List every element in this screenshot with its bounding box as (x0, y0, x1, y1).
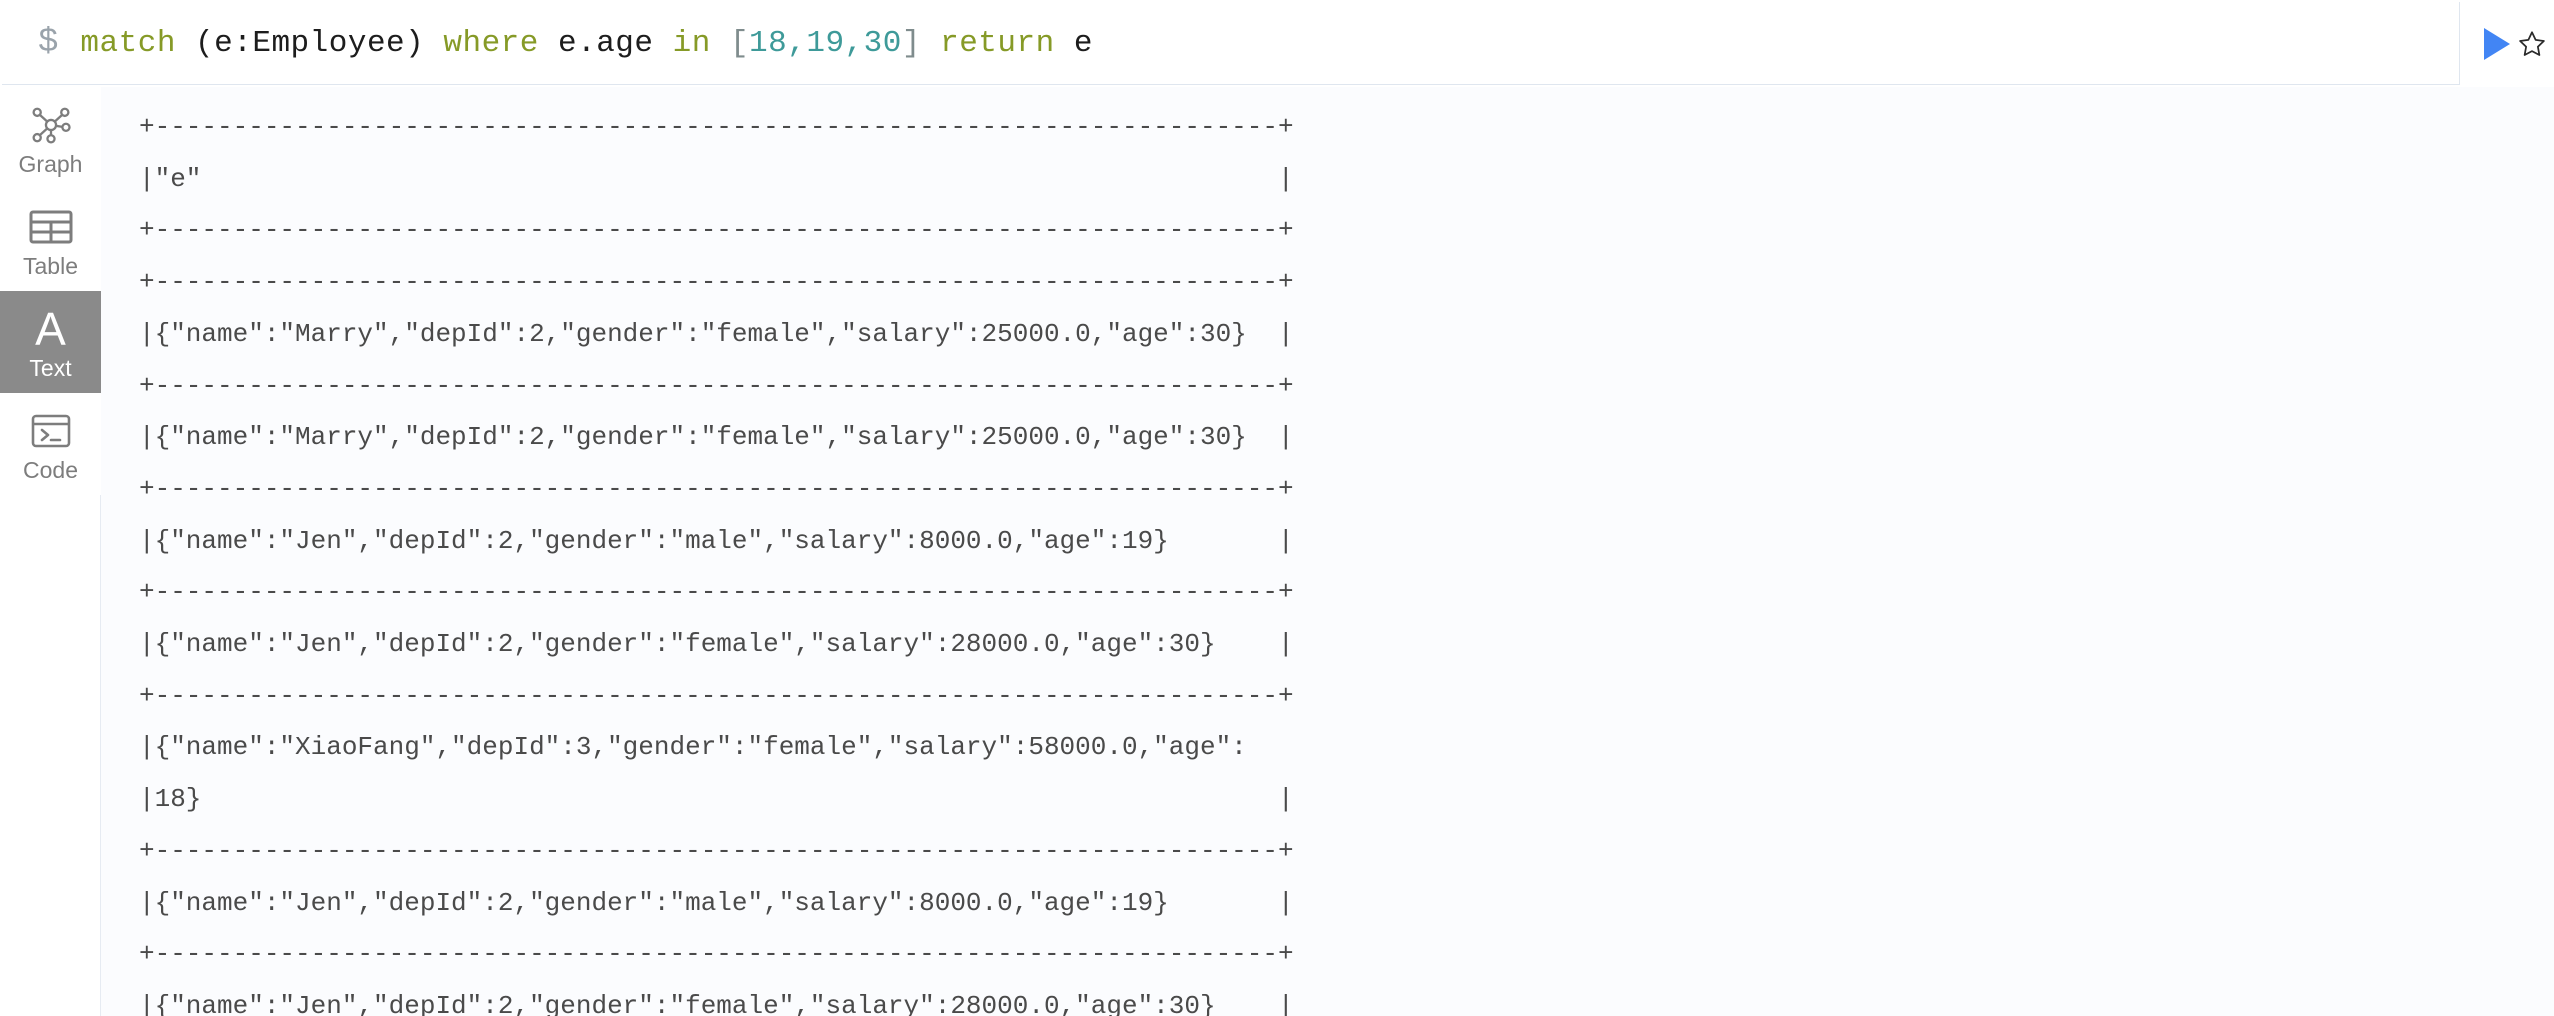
query-token-0: match (80, 25, 196, 61)
sidebar-item-label-graph: Graph (18, 150, 83, 177)
query-token-2: where (443, 25, 558, 61)
result-pane[interactable]: +---------------------------------------… (101, 87, 2554, 1016)
sidebar-item-table[interactable]: Table (0, 189, 101, 291)
query-token-1: (e:Employee) (195, 25, 444, 61)
query-token-9: e (1073, 25, 1093, 61)
sidebar-item-code[interactable]: Code (0, 393, 101, 495)
code-icon (30, 407, 72, 455)
sidebar-item-label-code: Code (23, 456, 78, 483)
sidebar-item-text[interactable]: A Text (0, 291, 101, 393)
sidebar-item-label-text: Text (29, 354, 72, 381)
query-token-4: in (672, 25, 730, 61)
query-input-container[interactable]: $ match (e:Employee) where e.age in [18,… (2, 2, 2460, 85)
favorite-button[interactable] (2510, 0, 2554, 87)
query-token-6: 18,19,30 (749, 25, 902, 61)
query-bar: $ match (e:Employee) where e.age in [18,… (0, 0, 2554, 87)
query-token-3: e.age (558, 25, 673, 61)
table-icon (29, 203, 73, 251)
query-token-5: [ (729, 25, 750, 61)
view-mode-sidebar: Graph Table A Text Code (0, 87, 101, 1016)
query-token-8: return (940, 25, 1074, 61)
play-icon (2484, 27, 2510, 60)
query-token-7: ] (901, 25, 941, 61)
graph-icon (28, 101, 74, 149)
prompt-symbol: $ (38, 24, 59, 62)
text-result-output: +---------------------------------------… (139, 112, 1294, 1016)
query-input[interactable]: match (e:Employee) where e.age in [18,19… (80, 26, 1093, 61)
star-icon (2519, 30, 2545, 56)
text-icon: A (35, 302, 66, 355)
sidebar-item-graph[interactable]: Graph (0, 87, 101, 189)
sidebar-item-label-table: Table (23, 252, 78, 279)
